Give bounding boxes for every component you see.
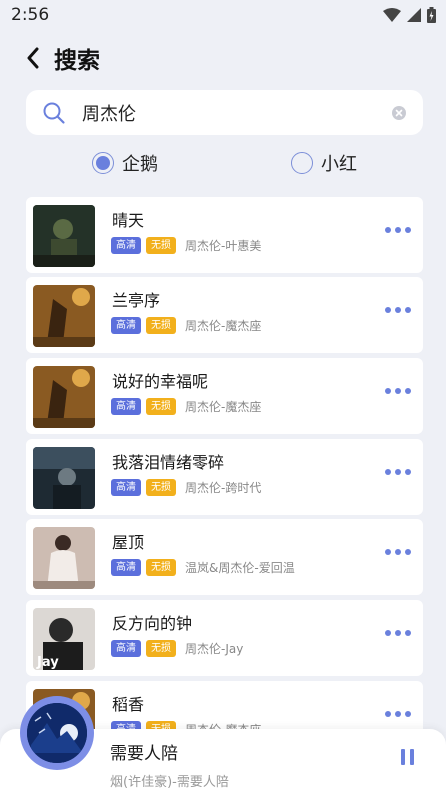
song-meta: 周杰伦-魔杰座 (185, 400, 262, 414)
hq-badge: 高清 (111, 479, 141, 496)
song-meta: 周杰伦-叶惠美 (185, 239, 262, 253)
player-album-cover (27, 703, 87, 763)
more-icon[interactable] (385, 711, 411, 717)
song-tags: 高清 无损 周杰伦-魔杰座 (111, 317, 261, 334)
source-label: 小红 (321, 154, 357, 175)
song-item[interactable]: 兰亭序 高清 无损 周杰伦-魔杰座 (26, 277, 423, 353)
search-input[interactable] (82, 102, 372, 123)
song-tags: 高清 无损 周杰伦-Jay (111, 640, 243, 657)
song-meta: 周杰伦-Jay (185, 642, 244, 656)
signal-icon (407, 8, 421, 22)
source-label: 企鹅 (122, 154, 158, 175)
player-album-disc[interactable] (20, 696, 94, 770)
header: 搜索 (0, 38, 446, 78)
back-arrow-icon (27, 47, 39, 69)
song-meta: 周杰伦-跨时代 (185, 481, 262, 495)
lossless-badge: 无损 (146, 237, 176, 254)
clear-icon[interactable] (391, 105, 407, 121)
status-time: 2:56 (11, 5, 50, 25)
svg-text:Jay: Jay (36, 655, 59, 670)
hq-badge: 高清 (111, 237, 141, 254)
hq-badge: 高清 (111, 640, 141, 657)
album-cover: Jay (33, 608, 95, 670)
song-item[interactable]: Jay 反方向的钟 高清 无损 周杰伦-Jay (26, 600, 423, 676)
album-cover (33, 205, 95, 267)
more-icon[interactable] (385, 630, 411, 636)
song-title: 我落泪情绪零碎 (112, 453, 225, 472)
song-tags: 高清 无损 温岚&周杰伦-爱回温 (111, 559, 295, 576)
song-tags: 高清 无损 周杰伦-魔杰座 (111, 398, 261, 415)
more-icon[interactable] (385, 388, 411, 394)
more-icon[interactable] (385, 549, 411, 555)
search-icon[interactable] (42, 101, 66, 125)
status-icons (383, 7, 436, 23)
song-title: 屋顶 (112, 533, 145, 552)
hq-badge: 高清 (111, 398, 141, 415)
player-song-subtitle: 烟(许佳豪)-需要人陪 (110, 775, 229, 790)
song-title: 反方向的钟 (112, 614, 193, 633)
status-bar: 2:56 (0, 0, 446, 30)
pause-button[interactable] (401, 749, 414, 765)
back-button[interactable] (18, 43, 48, 73)
battery-icon (427, 7, 436, 23)
source-selector: 企鹅 小红 (0, 146, 446, 176)
song-item[interactable]: 屋顶 高清 无损 温岚&周杰伦-爱回温 (26, 519, 423, 595)
more-icon[interactable] (385, 307, 411, 313)
radio-unchecked-icon (291, 152, 313, 174)
album-cover (33, 527, 95, 589)
song-title: 说好的幸福呢 (112, 372, 209, 391)
lossless-badge: 无损 (146, 559, 176, 576)
more-icon[interactable] (385, 469, 411, 475)
song-item[interactable]: 说好的幸福呢 高清 无损 周杰伦-魔杰座 (26, 358, 423, 434)
radio-checked-icon (92, 152, 114, 174)
source-radio-qie[interactable]: 企鹅 (92, 150, 158, 176)
hq-badge: 高清 (111, 559, 141, 576)
page-title: 搜索 (54, 48, 100, 74)
song-tags: 高清 无损 周杰伦-跨时代 (111, 479, 261, 496)
song-item[interactable]: 晴天 高清 无损 周杰伦-叶惠美 (26, 197, 423, 273)
search-box (26, 90, 423, 135)
song-title: 晴天 (112, 211, 145, 230)
album-cover (33, 366, 95, 428)
wifi-icon (383, 8, 401, 22)
song-title: 稻香 (112, 695, 145, 714)
song-tags: 高清 无损 周杰伦-叶惠美 (111, 237, 261, 254)
album-cover (33, 285, 95, 347)
lossless-badge: 无损 (146, 640, 176, 657)
album-cover (33, 447, 95, 509)
song-meta: 周杰伦-魔杰座 (185, 319, 262, 333)
lossless-badge: 无损 (146, 317, 176, 334)
song-meta: 温岚&周杰伦-爱回温 (185, 561, 295, 575)
lossless-badge: 无损 (146, 479, 176, 496)
hq-badge: 高清 (111, 317, 141, 334)
more-icon[interactable] (385, 227, 411, 233)
source-radio-xiaohong[interactable]: 小红 (291, 150, 357, 176)
player-song-title: 需要人陪 (110, 744, 178, 764)
lossless-badge: 无损 (146, 398, 176, 415)
song-title: 兰亭序 (112, 291, 161, 310)
song-item[interactable]: 我落泪情绪零碎 高清 无损 周杰伦-跨时代 (26, 439, 423, 515)
